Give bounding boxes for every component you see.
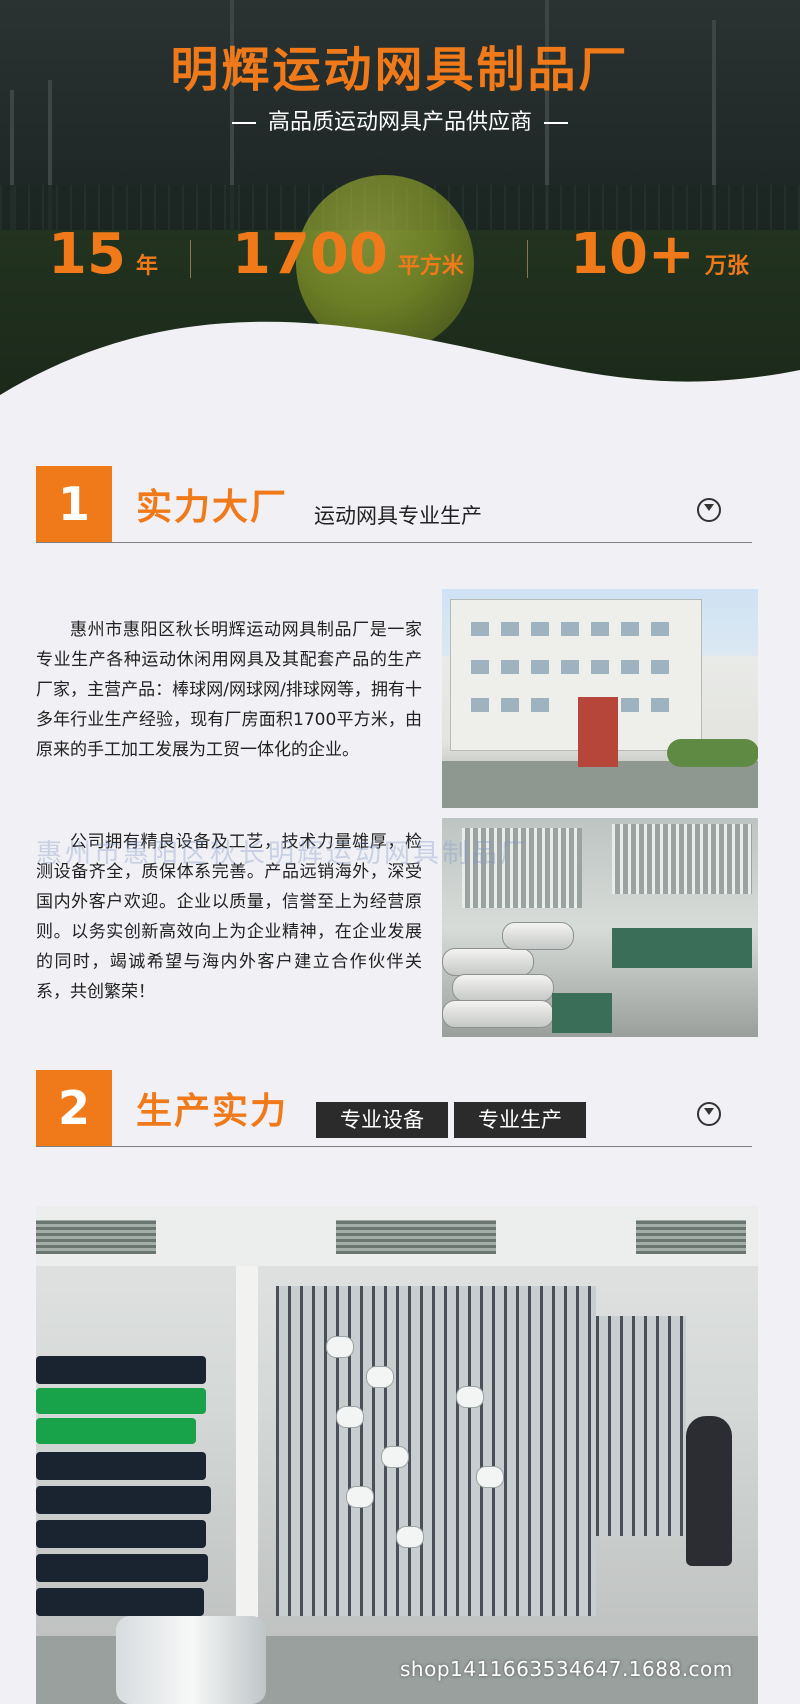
ghost-watermark: 惠州市惠阳区秋长明辉运动网具制品厂	[36, 839, 530, 869]
stats-row: 15 年 1700 平方米 10+ 万张	[0, 220, 800, 290]
chevron-down-circle-icon[interactable]	[697, 1102, 721, 1126]
tag-production: 专业生产	[454, 1102, 586, 1138]
yarn-creel	[276, 1286, 596, 1616]
wave-divider	[0, 321, 800, 430]
window-vent	[336, 1220, 496, 1254]
stat-number: 15	[48, 222, 126, 287]
dash-decoration	[231, 122, 256, 124]
section-number: 2	[36, 1070, 112, 1146]
dash-decoration	[544, 122, 568, 124]
weaving-machine	[612, 928, 752, 968]
shop-watermark: shop1411663534647.1688.com	[400, 1657, 733, 1681]
section-2-header: 2 生产实力 专业设备 专业生产	[36, 1070, 752, 1147]
section-1-header: 1 实力大厂 运动网具专业生产	[36, 466, 752, 543]
tag-equipment: 专业设备	[316, 1102, 448, 1138]
stat-number: 1700	[232, 222, 388, 287]
production-floor-photo	[36, 1206, 758, 1704]
hedge	[667, 739, 758, 767]
stat-number: 10+	[570, 222, 695, 287]
window-vent	[36, 1220, 156, 1254]
stat-years: 15 年	[48, 220, 158, 290]
stat-unit: 万张	[704, 254, 749, 279]
pillar	[236, 1266, 258, 1666]
worker	[686, 1416, 732, 1566]
stat-output: 10+ 万张	[570, 220, 749, 290]
yarn-creel	[596, 1316, 686, 1536]
hero-banner: 明辉运动网具制品厂 高品质运动网具产品供应商 15 年 1700 平方米 10+…	[0, 0, 800, 430]
yarn-roll	[116, 1616, 266, 1704]
section-subtitle: 运动网具专业生产	[314, 504, 482, 528]
section-title: 生产实力	[136, 1091, 289, 1132]
section-number: 1	[36, 466, 112, 542]
stat-unit: 平方米	[397, 254, 464, 279]
weaving-machine	[552, 993, 612, 1033]
ground	[442, 761, 758, 808]
factory-building-photo	[442, 589, 758, 808]
hero-subtitle-text: 高品质运动网具产品供应商	[267, 110, 532, 135]
intro-paragraph: 惠州市惠阳区秋长明辉运动网具制品厂是一家专业生产各种运动休闲用网具及其配套产品的…	[36, 620, 422, 760]
window-vent	[636, 1220, 746, 1254]
hero-title: 明辉运动网具制品厂	[170, 42, 630, 98]
building	[450, 599, 702, 751]
hero-subtitle: 高品质运动网具产品供应商	[0, 104, 800, 136]
stat-divider	[527, 240, 528, 278]
gate-pillar	[578, 697, 618, 767]
stat-area: 1700 平方米	[232, 220, 464, 290]
stat-divider	[190, 240, 191, 278]
chevron-down-circle-icon[interactable]	[697, 498, 721, 522]
section-title: 实力大厂	[136, 487, 289, 528]
stat-unit: 年	[135, 254, 158, 279]
